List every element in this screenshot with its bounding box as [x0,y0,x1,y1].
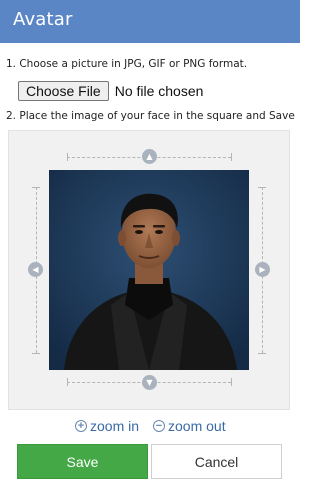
instruction-step-2: 2. Place the image of your face in the s… [6,110,295,122]
left-guide-bottom-cap [32,353,40,354]
dialog-header: Avatar [0,0,300,43]
left-guide-top-cap [32,187,40,188]
arrow-up-icon[interactable]: ▲ [142,149,157,164]
cancel-button[interactable]: Cancel [151,444,282,479]
bottom-guide-left-cap [67,378,68,386]
save-button[interactable]: Save [17,444,148,479]
arrow-right-icon[interactable]: ▶ [255,262,270,277]
top-guide-left-cap [67,153,68,161]
avatar-photo[interactable] [49,170,249,370]
zoom-out-icon: − [153,420,165,432]
file-status-text: No file chosen [114,83,204,99]
zoom-in-link[interactable]: + zoom in [75,418,139,434]
right-guide-top-cap [258,187,266,188]
bottom-guide-right-cap [231,378,232,386]
zoom-in-label: zoom in [90,418,140,434]
zoom-out-label: zoom out [168,418,226,434]
arrow-left-icon[interactable]: ◀ [28,262,43,277]
zoom-out-link[interactable]: − zoom out [153,418,226,434]
file-input[interactable]: Choose File No file chosen [18,80,203,102]
zoom-controls: + zoom in − zoom out [0,418,300,436]
top-guide-right-cap [231,153,232,161]
choose-file-button[interactable]: Choose File [18,81,109,101]
zoom-in-icon: + [75,420,87,432]
portrait-image [49,170,249,370]
instruction-step-1: 1. Choose a picture in JPG, GIF or PNG f… [6,58,248,70]
dialog-title: Avatar [13,9,73,30]
arrow-down-icon[interactable]: ▼ [142,375,157,390]
right-guide-bottom-cap [258,353,266,354]
